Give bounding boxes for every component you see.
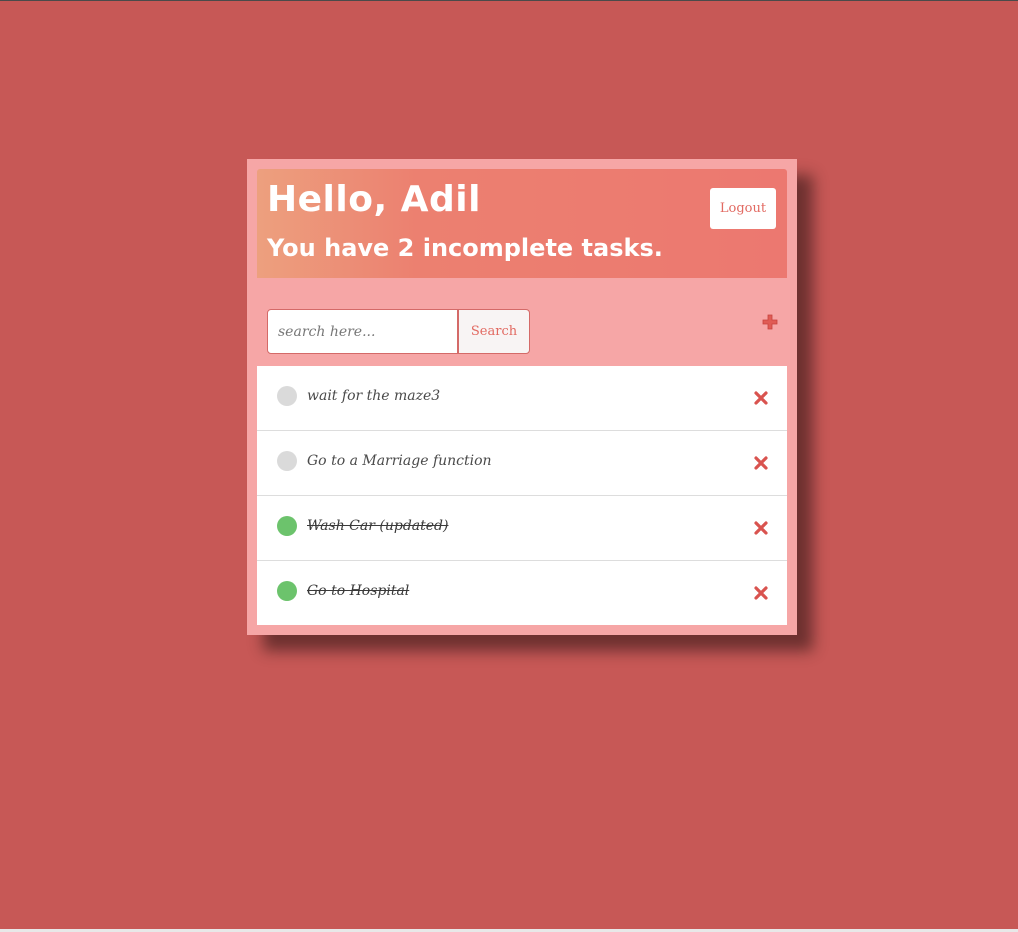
logout-button[interactable]: Logout <box>710 188 776 229</box>
todo-card: Hello, Adil You have 2 incomplete tasks.… <box>247 159 797 635</box>
task-toggle-icon[interactable] <box>277 516 297 536</box>
plus-icon[interactable] <box>761 313 779 331</box>
task-label: Go to a Marriage function <box>307 453 492 469</box>
task-toggle-icon[interactable] <box>277 386 297 406</box>
incomplete-tasks-summary: You have 2 incomplete tasks. <box>267 234 663 262</box>
task-item: Go to Hospital <box>257 561 787 625</box>
card-header: Hello, Adil You have 2 incomplete tasks.… <box>257 169 787 278</box>
task-toggle-icon[interactable] <box>277 581 297 601</box>
task-list: wait for the maze3 Go to a Marriage func… <box>257 366 787 625</box>
window-top-border <box>0 0 1018 1</box>
task-label: Wash Car (updated) <box>307 518 449 534</box>
task-label: wait for the maze3 <box>307 388 441 404</box>
greeting-title: Hello, Adil <box>267 179 481 220</box>
task-item: Go to a Marriage function <box>257 431 787 496</box>
search-input[interactable] <box>267 309 458 354</box>
task-label: Go to Hospital <box>307 583 410 599</box>
task-item: wait for the maze3 <box>257 366 787 431</box>
close-icon[interactable] <box>754 586 768 600</box>
task-item: Wash Car (updated) <box>257 496 787 561</box>
task-toggle-icon[interactable] <box>277 451 297 471</box>
close-icon[interactable] <box>754 521 768 535</box>
search-button[interactable]: Search <box>458 309 530 354</box>
close-icon[interactable] <box>754 456 768 470</box>
close-icon[interactable] <box>754 391 768 405</box>
